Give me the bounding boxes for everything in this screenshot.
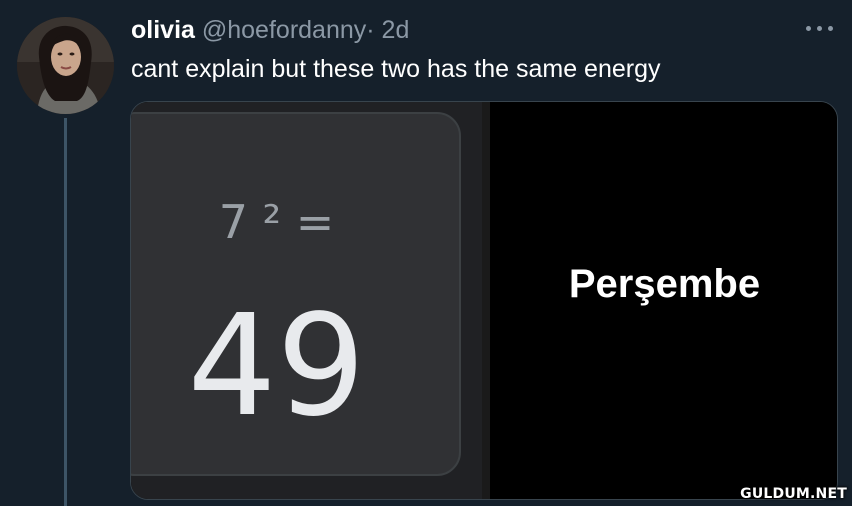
separator-dot: · bbox=[366, 16, 375, 44]
calculator-card: 7 ² = 49 bbox=[131, 112, 461, 476]
tweet-header: olivia @hoefordanny· 2d bbox=[131, 14, 409, 46]
thread-line bbox=[64, 118, 67, 506]
tweet-timestamp[interactable]: 2d bbox=[382, 16, 410, 44]
more-dots-icon[interactable] bbox=[804, 16, 836, 40]
dot bbox=[817, 26, 822, 31]
calculator-expression: 7 ² = bbox=[218, 195, 335, 249]
calculator-image: 7 ² = 49 bbox=[131, 102, 482, 499]
dot bbox=[828, 26, 833, 31]
media-divider bbox=[482, 102, 490, 499]
display-name[interactable]: olivia bbox=[131, 16, 195, 44]
tweet-media[interactable]: 7 ² = 49 Perşembe bbox=[130, 101, 838, 500]
calculator-result: 49 bbox=[187, 285, 366, 448]
dot bbox=[806, 26, 811, 31]
avatar-photo bbox=[17, 17, 114, 114]
user-handle[interactable]: @hoefordanny bbox=[202, 16, 366, 44]
day-text: Perşembe bbox=[568, 262, 761, 306]
tweet-text: cant explain but these two has the same … bbox=[131, 55, 661, 83]
day-image: Perşembe bbox=[490, 102, 837, 499]
watermark: GULDUM.NET bbox=[740, 486, 847, 502]
avatar[interactable] bbox=[17, 17, 114, 114]
